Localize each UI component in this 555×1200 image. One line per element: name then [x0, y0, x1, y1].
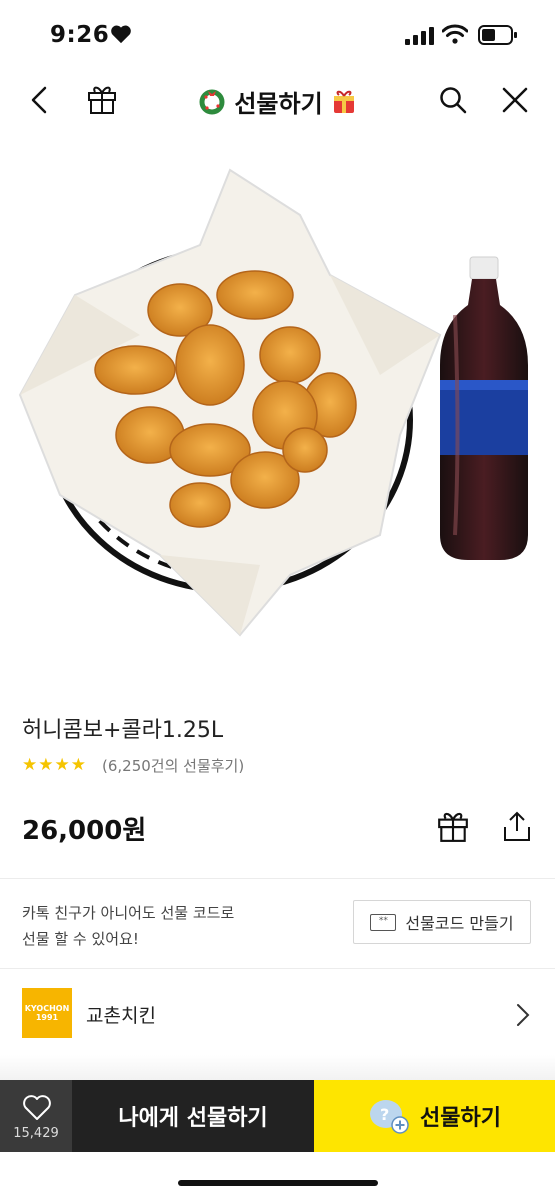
divider: [0, 878, 555, 879]
ticket-icon: **: [370, 913, 397, 931]
page-title-wrap: 선물하기: [0, 84, 555, 119]
wishlist-button[interactable]: [0, 1080, 72, 1152]
chevron-right-icon[interactable]: [515, 1002, 531, 1028]
review-count-link[interactable]: (6,250건의 선물후기): [102, 755, 244, 776]
signal-icon: [405, 27, 434, 45]
create-gift-code-label: 선물코드 만들기: [405, 914, 514, 933]
send-gift-button[interactable]: ? 선물하기: [314, 1080, 555, 1152]
brand-name[interactable]: 교촌치킨: [86, 1001, 156, 1028]
wifi-icon: [442, 24, 468, 44]
home-indicator-area: [0, 1152, 555, 1200]
rating-stars: ★★★★: [22, 755, 87, 775]
gift-friend-icon: ?: [368, 1097, 410, 1135]
page-title: 선물하기: [234, 90, 323, 118]
heart-icon: [111, 25, 131, 44]
product-price: 26,000원: [22, 816, 147, 846]
create-gift-code-button[interactable]: ** 선물코드 만들기: [353, 900, 531, 944]
divider: [0, 968, 555, 969]
wreath-icon: [199, 89, 225, 115]
promo-line-1: 카톡 친구가 아니어도 선물 코드로: [22, 904, 235, 922]
product-image: [0, 135, 555, 680]
gift-icon[interactable]: [436, 809, 470, 843]
close-icon[interactable]: [501, 86, 529, 114]
present-icon: [334, 90, 355, 113]
gift-to-self-button[interactable]: 나에게 선물하기: [72, 1080, 314, 1152]
send-gift-label: 선물하기: [420, 1106, 501, 1131]
home-indicator[interactable]: [178, 1180, 378, 1186]
gift-icon-question: ?: [380, 1105, 389, 1124]
search-icon[interactable]: [438, 85, 468, 115]
product-name: 허니콤보+콜라1.25L: [22, 718, 224, 743]
battery-icon: [478, 25, 517, 45]
heart-outline-icon: [23, 1095, 51, 1120]
promo-line-2: 선물 할 수 있어요!: [22, 930, 139, 948]
share-icon[interactable]: [501, 809, 533, 843]
bottom-shadow: [0, 1055, 555, 1080]
brand-logo[interactable]: KYOCHON 1991: [22, 988, 72, 1038]
brand-logo-text: KYOCHON: [24, 1004, 70, 1013]
status-time: 9:26: [50, 22, 110, 48]
like-count: 15,429: [13, 1126, 59, 1141]
brand-logo-year: 1991: [35, 1013, 59, 1022]
gift-code-promo: 카톡 친구가 아니어도 선물 코드로 선물 할 수 있어요!: [22, 900, 322, 952]
